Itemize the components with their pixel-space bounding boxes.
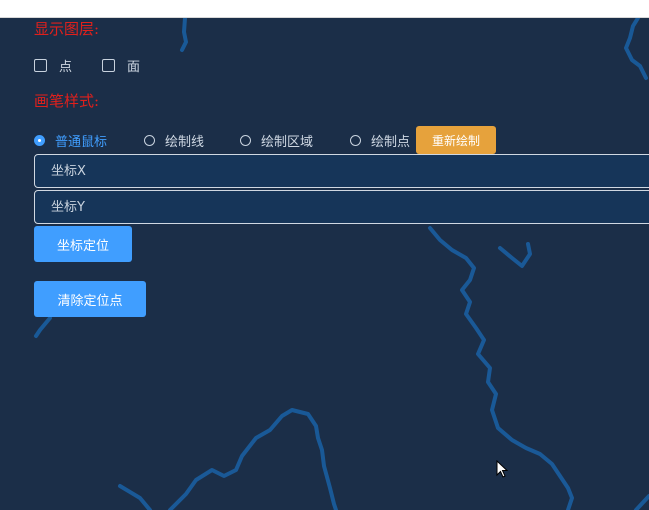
layer-checkbox-polygon[interactable]: 面 — [102, 56, 140, 75]
layer-checkbox-label: 面 — [127, 60, 141, 75]
redraw-button[interactable]: 重新绘制 — [416, 126, 496, 154]
clear-locate-point-button[interactable]: 清除定位点 — [34, 281, 146, 317]
radio-icon[interactable] — [240, 135, 251, 146]
checkbox-icon[interactable] — [34, 59, 47, 72]
brush-radio-normal-mouse[interactable]: 普通鼠标 — [34, 131, 107, 150]
brush-radio-label: 绘制线 — [165, 135, 205, 150]
browser-top-bar — [0, 0, 649, 18]
layer-checkbox-point[interactable]: 点 — [34, 56, 72, 75]
brush-radio-label: 绘制点 — [371, 135, 411, 150]
arrow-cursor-icon — [496, 460, 508, 478]
brush-radio-draw-point[interactable]: 绘制点 — [350, 131, 410, 150]
brush-radio-draw-line[interactable]: 绘制线 — [144, 131, 204, 150]
radio-icon[interactable] — [144, 135, 155, 146]
brush-radio-draw-area[interactable]: 绘制区域 — [240, 131, 313, 150]
coord-x-input[interactable] — [34, 154, 649, 188]
checkbox-icon[interactable] — [102, 59, 115, 72]
coord-y-input[interactable] — [34, 190, 649, 224]
map-view[interactable]: 显示图层: 点 面 画笔样式: 普通鼠标 绘制线 绘制区域 绘制点 重新绘制 坐… — [0, 18, 649, 510]
control-panel: 显示图层: 点 面 画笔样式: 普通鼠标 绘制线 绘制区域 绘制点 重新绘制 坐… — [0, 18, 649, 510]
layer-checkbox-label: 点 — [59, 60, 73, 75]
brush-section-title: 画笔样式: — [34, 92, 100, 110]
locate-coordinate-button[interactable]: 坐标定位 — [34, 226, 132, 262]
brush-radio-label: 普通鼠标 — [55, 135, 108, 150]
radio-selected-icon[interactable] — [34, 135, 45, 146]
layers-section-title: 显示图层: — [34, 20, 100, 38]
brush-radio-label: 绘制区域 — [261, 135, 314, 150]
radio-icon[interactable] — [350, 135, 361, 146]
